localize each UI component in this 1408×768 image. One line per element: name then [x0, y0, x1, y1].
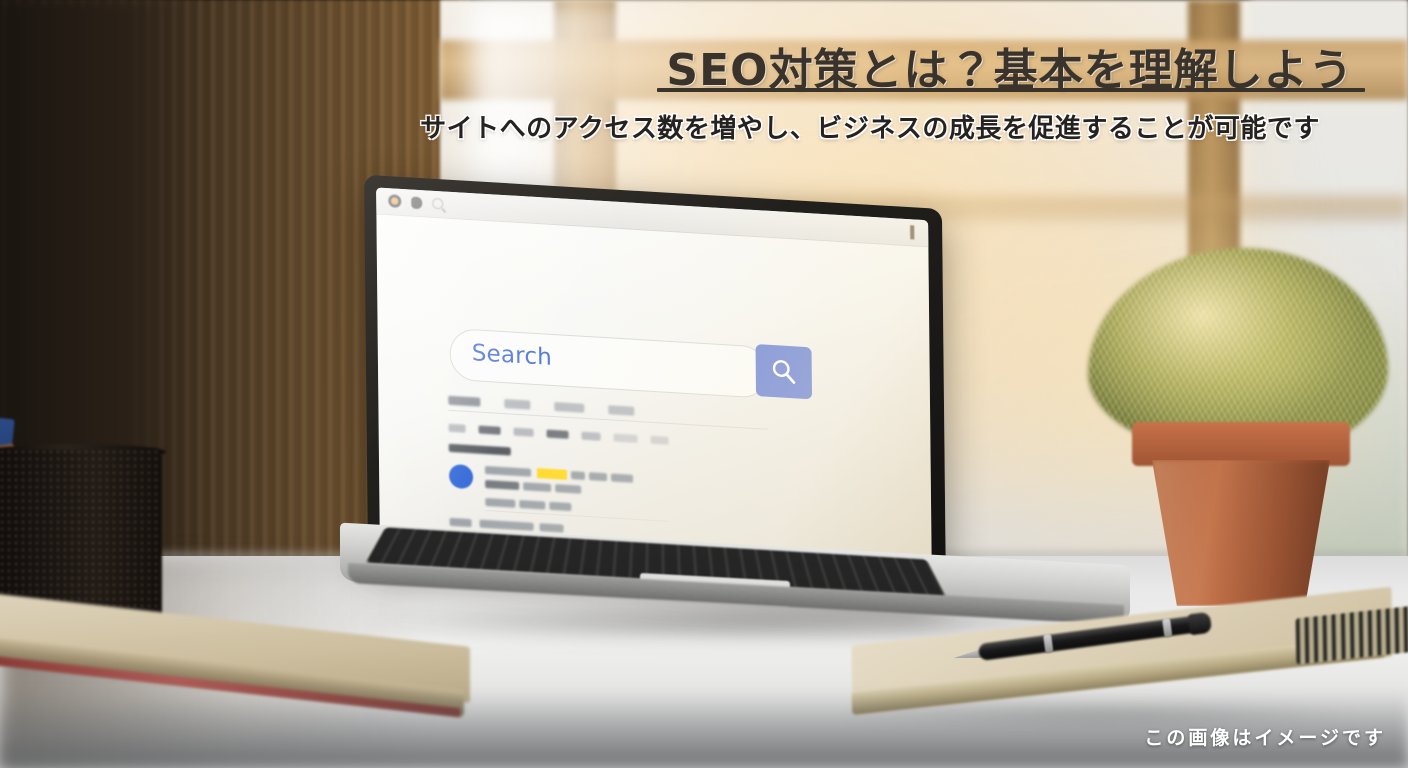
profile-icon[interactable] — [388, 194, 402, 208]
result-text-line — [479, 519, 534, 531]
result-text-line — [570, 471, 586, 480]
tab-images[interactable] — [504, 399, 531, 410]
result-count-text — [448, 443, 511, 456]
plant-pot-shading — [1152, 460, 1330, 606]
browser-window: Search — [376, 187, 932, 582]
filter-chip[interactable] — [478, 425, 501, 435]
kebab-menu-icon[interactable] — [910, 225, 915, 240]
filter-chip[interactable] — [650, 435, 669, 445]
result-text-line — [449, 517, 472, 528]
result-text-line — [549, 501, 572, 512]
search-page: Search — [376, 213, 931, 582]
result-text-line — [610, 473, 634, 483]
search-result-featured[interactable] — [448, 462, 749, 522]
search-icon[interactable] — [432, 197, 444, 210]
filter-chip[interactable] — [513, 427, 534, 437]
result-avatar — [448, 463, 474, 490]
result-text-line — [523, 482, 552, 492]
pen-cap — [1187, 611, 1213, 636]
filter-chip[interactable] — [581, 431, 601, 441]
laptop-screen: Search — [376, 187, 932, 583]
search-submit-button[interactable] — [755, 344, 813, 400]
result-text-line — [555, 484, 582, 494]
search-bar: Search — [449, 327, 833, 403]
result-text-line — [485, 479, 520, 490]
result-text-line — [484, 465, 532, 477]
result-text-line — [519, 499, 546, 510]
tab-all[interactable] — [448, 395, 481, 407]
tab-videos[interactable] — [554, 402, 585, 413]
result-divider — [485, 509, 670, 522]
result-highlight — [536, 468, 568, 480]
result-text-line — [485, 497, 516, 508]
bookmark-icon[interactable] — [411, 196, 423, 209]
filter-chip[interactable] — [448, 423, 466, 433]
laptop: Search — [340, 174, 1150, 632]
result-text-line — [588, 472, 608, 482]
plant-pot-rim — [1132, 422, 1350, 466]
search-filter-row[interactable] — [448, 423, 669, 445]
filter-chip[interactable] — [613, 433, 638, 444]
result-text-line — [539, 523, 564, 533]
desk-vignette — [0, 690, 1408, 768]
browser-toolbar-icons — [388, 194, 444, 210]
search-placeholder: Search — [471, 340, 553, 371]
photo-background: Search — [0, 0, 1408, 768]
seo-banner-image: Search SEO対策とは？基本を理解しよう サイトへのアクセス数を増やし、ビ… — [0, 0, 1408, 768]
magnifier-icon — [772, 360, 796, 384]
filter-chip[interactable] — [546, 429, 569, 439]
tab-news[interactable] — [608, 405, 635, 416]
